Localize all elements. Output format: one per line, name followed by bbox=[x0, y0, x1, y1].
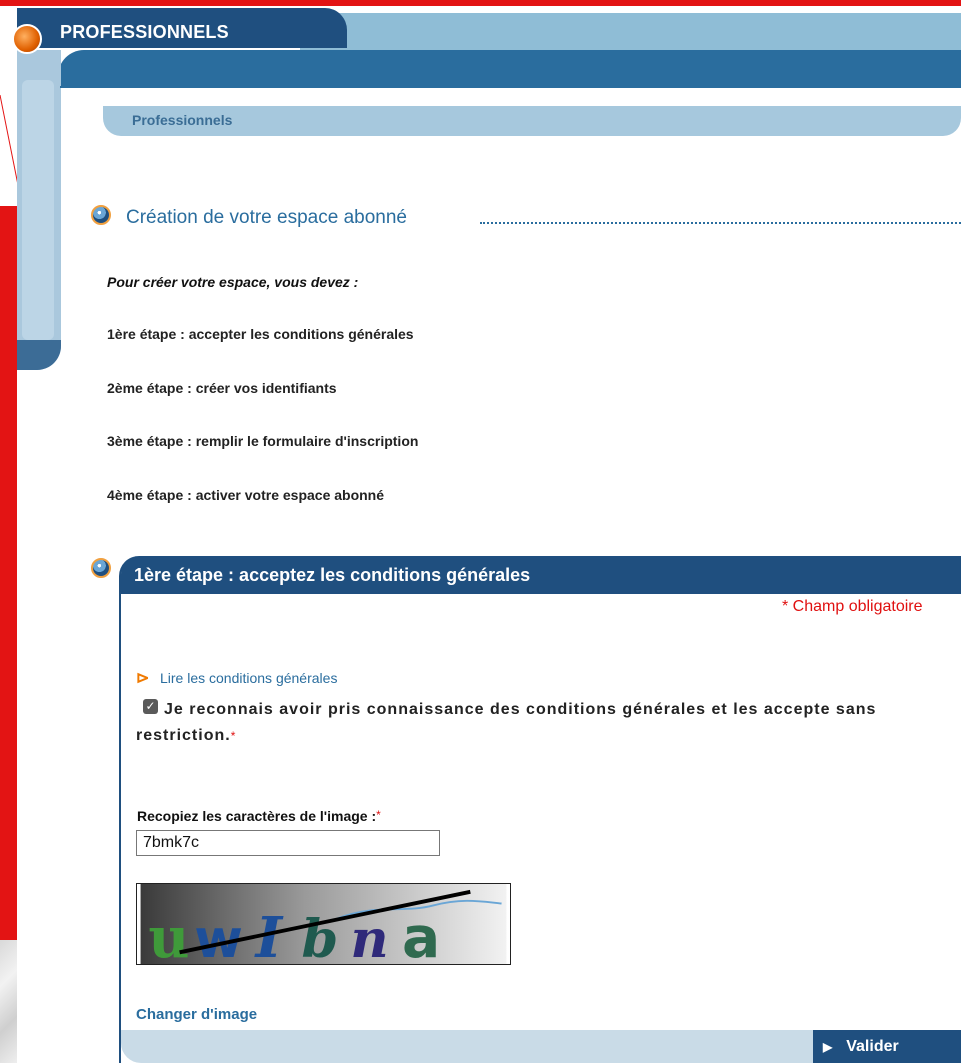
orange-bullet-icon bbox=[12, 24, 42, 54]
header-band bbox=[58, 50, 961, 86]
step-item: 3ème étape : remplir le formulaire d'ins… bbox=[107, 433, 419, 449]
chevron-right-icon: ⊳ bbox=[136, 670, 150, 687]
captcha-label-text: Recopiez les caractères de l'image : bbox=[137, 808, 377, 824]
svg-text:a: a bbox=[402, 905, 440, 965]
conditions-link[interactable]: Lire les conditions générales bbox=[160, 670, 337, 686]
globe-icon bbox=[91, 558, 111, 578]
change-image-link[interactable]: Changer d'image bbox=[136, 1006, 257, 1023]
required-field-note: * Champ obligatoire bbox=[782, 598, 923, 615]
left-frame-shadow bbox=[0, 940, 17, 1063]
submit-button[interactable]: ▶ Valider bbox=[813, 1030, 961, 1063]
top-frame-bar bbox=[0, 0, 961, 6]
left-sidebar-base bbox=[17, 340, 61, 370]
svg-text:u: u bbox=[148, 905, 189, 965]
captcha-image: u w I b n a bbox=[136, 883, 511, 965]
chevron-right-icon: ▶ bbox=[823, 1039, 833, 1054]
step-item: 2ème étape : créer vos identifiants bbox=[107, 380, 337, 396]
accept-conditions-label: Je reconnais avoir pris connaissance des… bbox=[136, 697, 941, 749]
required-marker: * bbox=[376, 808, 381, 822]
svg-text:w: w bbox=[194, 909, 243, 965]
breadcrumb-item[interactable]: Professionnels bbox=[132, 112, 232, 128]
section-title-divider bbox=[480, 222, 961, 224]
accept-conditions-checkbox[interactable]: ✓ bbox=[143, 699, 158, 714]
svg-text:b: b bbox=[302, 909, 339, 965]
left-sidebar-panel bbox=[22, 80, 54, 340]
content-top-border bbox=[60, 86, 961, 88]
required-marker: * bbox=[230, 729, 237, 743]
header-light-bar bbox=[300, 13, 961, 51]
step-item: 1ère étape : accepter les conditions gén… bbox=[107, 326, 414, 342]
captcha-label: Recopiez les caractères de l'image :* bbox=[137, 808, 381, 824]
panel-title: 1ère étape : acceptez les conditions gén… bbox=[134, 565, 531, 585]
header-title: PROFESSIONNELS bbox=[60, 22, 229, 42]
submit-button-label: Valider bbox=[846, 1037, 899, 1055]
accept-conditions-text: Je reconnais avoir pris connaissance des… bbox=[136, 701, 877, 744]
section-title: Création de votre espace abonné bbox=[126, 207, 407, 228]
section-intro: Pour créer votre espace, vous devez : bbox=[107, 274, 359, 290]
captcha-input[interactable] bbox=[136, 830, 440, 856]
globe-icon bbox=[91, 205, 111, 225]
step-item: 4ème étape : activer votre espace abonné bbox=[107, 487, 385, 503]
